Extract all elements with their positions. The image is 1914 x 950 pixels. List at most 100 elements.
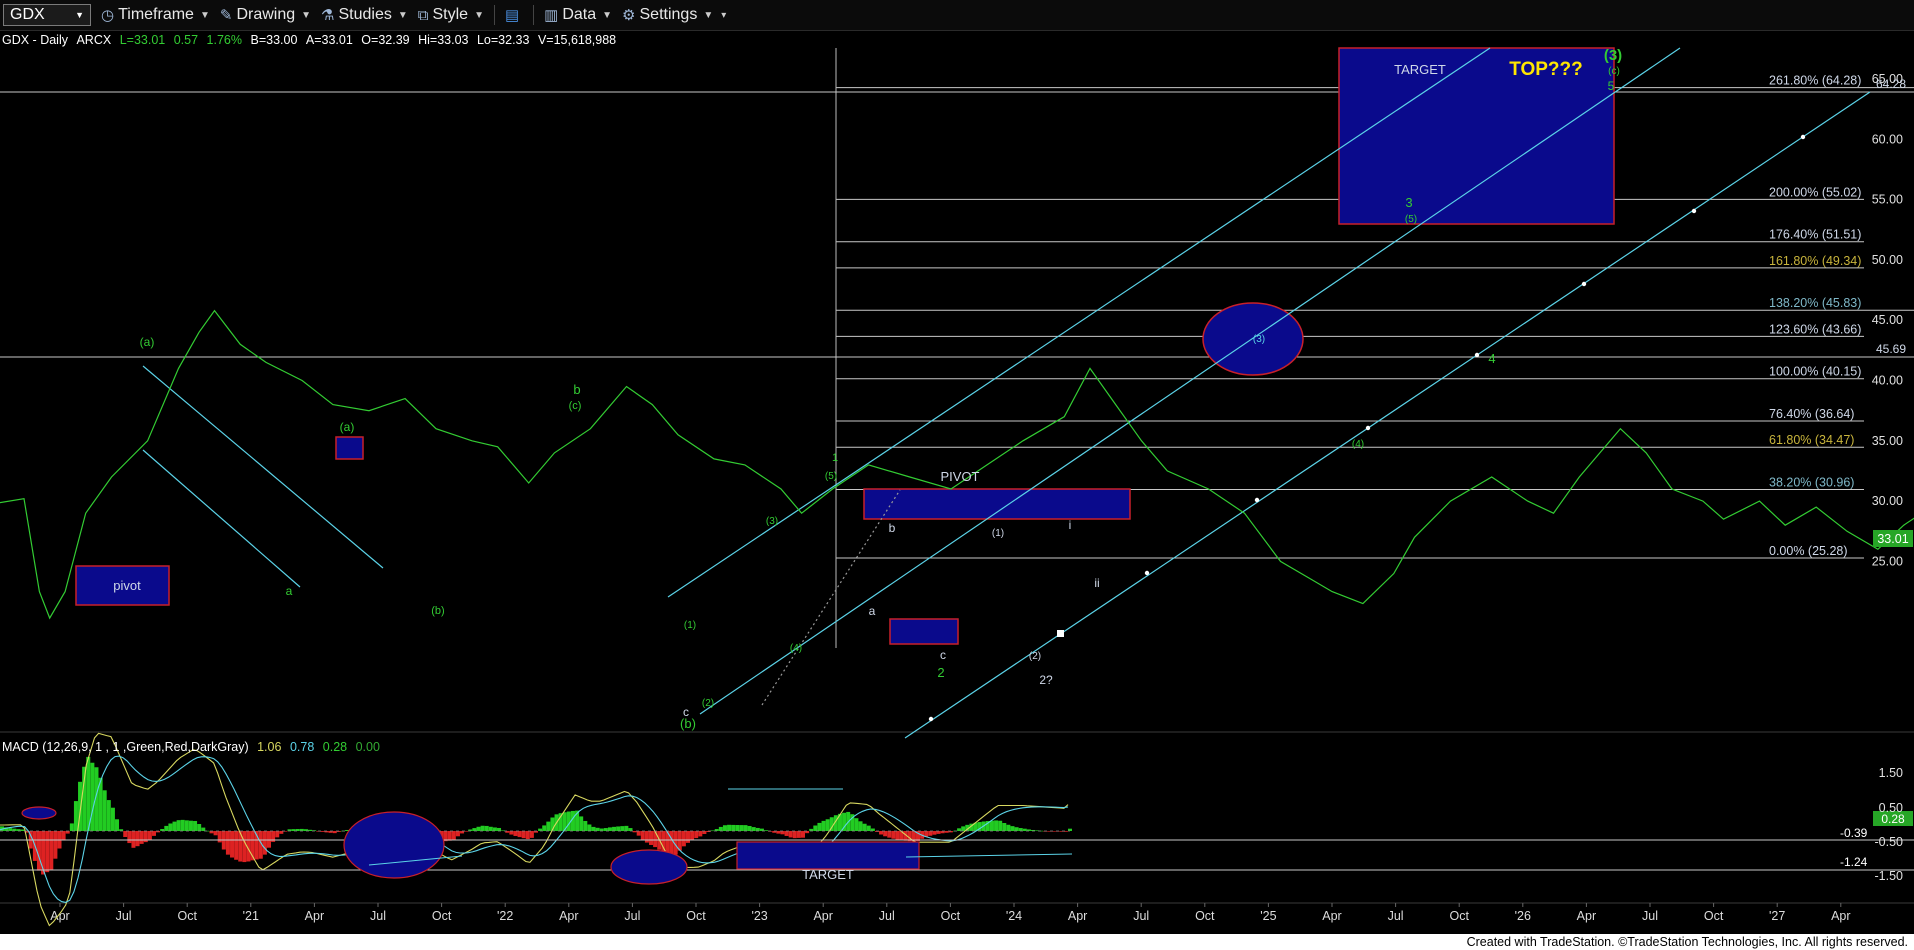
drawing-button[interactable]: ✎ Drawing ▼	[220, 6, 311, 24]
fib-label: 38.20% (30.96)	[1769, 476, 1854, 490]
fib-label: 76.40% (36.64)	[1769, 407, 1854, 421]
macd-bar	[480, 825, 485, 831]
drawing-label: Drawing	[236, 6, 296, 23]
macd-bar	[718, 826, 723, 831]
net-change: 0.57	[173, 33, 199, 47]
y-axis-labels: 25.00 30.00 35.00 40.00 45.00 50.00 55.00 60.00…	[1872, 72, 1903, 568]
gear-icon: ⚙	[622, 7, 636, 24]
wave-label: i	[1069, 518, 1072, 532]
chevron-down-icon[interactable]: ▼	[75, 10, 84, 20]
macd-bar	[891, 831, 896, 839]
chart-canvas[interactable]: 25.0030.0035.0040.0045.0050.0055.0060.00…	[0, 0, 1914, 950]
x-tick-label: Oct	[1195, 909, 1215, 923]
bid: B=33.00	[250, 33, 298, 47]
timeframe-button[interactable]: ◷ Timeframe ▼	[101, 6, 210, 24]
macd-bar	[188, 820, 193, 831]
x-tick-label: Apr	[1068, 909, 1087, 923]
wave-label: (c)	[569, 400, 582, 412]
macd-bar	[135, 831, 140, 847]
wave-label: (5)	[1405, 214, 1417, 225]
macd-value-1: 1.06	[257, 740, 282, 754]
macd-bar	[887, 831, 892, 838]
wave-label: 3	[1405, 195, 1412, 210]
macd-bar	[727, 824, 732, 831]
macd-bar	[677, 831, 682, 851]
chevron-down-icon: ▼	[474, 9, 484, 21]
symbol-selector[interactable]: GDX ▼	[3, 4, 91, 26]
macd-bar	[620, 826, 625, 831]
macd-bar	[217, 831, 222, 843]
macd-bar	[796, 831, 801, 838]
chevron-down-icon: ▼	[602, 9, 613, 21]
macd-bar	[879, 831, 884, 835]
y-tick-label: 60.00	[1872, 132, 1903, 146]
macd-bar	[110, 807, 115, 831]
macd-bar	[447, 831, 452, 841]
macd-bar	[476, 826, 481, 831]
y-tick-label: 35.00	[1872, 434, 1903, 448]
macd-bar	[957, 828, 962, 831]
chevron-down-icon: ▼	[199, 9, 210, 21]
macd-bar	[587, 824, 592, 831]
ask: A=33.01	[305, 33, 353, 47]
copyright-text: Created with TradeStation. ©TradeStation…	[1466, 935, 1908, 949]
macd-bar	[788, 831, 793, 838]
x-tick-label: Oct	[177, 909, 197, 923]
wave-c-box[interactable]	[889, 618, 959, 645]
x-tick-label: '21	[243, 909, 259, 923]
macd-bar	[1014, 827, 1019, 831]
macd-bar	[230, 831, 235, 858]
x-tick-label: Apr	[305, 909, 324, 923]
y-tick-label: 45.00	[1872, 313, 1903, 327]
macd-bar	[579, 816, 584, 831]
fib-label: 123.60% (43.66)	[1769, 322, 1861, 336]
macd-bar	[197, 824, 202, 831]
low: Lo=32.33	[476, 33, 530, 47]
wave-label: (2)	[1029, 651, 1041, 662]
wave-label: (a)	[340, 420, 355, 434]
macd-bar	[102, 790, 107, 831]
y-tick-label: 40.00	[1872, 374, 1903, 388]
data-button[interactable]: ▥ Data ▼	[544, 6, 612, 24]
volume: V=15,618,988	[537, 33, 617, 47]
macd-bar	[858, 821, 863, 831]
style-button[interactable]: ⧉ Style ▼	[418, 6, 484, 24]
macd-bar	[147, 831, 152, 841]
macd-bar	[521, 831, 526, 839]
fib-label: 0.00% (25.28)	[1769, 544, 1848, 558]
x-tick-label: Oct	[432, 909, 452, 923]
macd-bar	[698, 831, 703, 837]
macd-bar	[193, 820, 198, 831]
macd-tick-label: -0.50	[1875, 835, 1904, 849]
studies-button[interactable]: ⚗ Studies ▼	[321, 6, 408, 24]
macd-bar	[546, 821, 551, 831]
macd-bar	[607, 827, 612, 831]
pivot-box[interactable]	[863, 488, 1131, 520]
macd-bar	[262, 831, 267, 855]
chevron-down-icon: ▼	[703, 9, 714, 21]
symbol-text[interactable]: GDX	[10, 6, 45, 24]
x-tick-label: Apr	[1831, 909, 1850, 923]
style-icon: ⧉	[417, 6, 429, 24]
wave-label: (b)	[431, 605, 444, 617]
chevron-down-icon: ▼	[397, 9, 408, 21]
macd-bar	[755, 827, 760, 831]
macd-bar	[131, 831, 136, 848]
x-tick-label: '24	[1006, 909, 1022, 923]
macd-bar	[813, 825, 818, 831]
x-tick-label: Jul	[1642, 909, 1658, 923]
layout-button[interactable]: ▤	[505, 6, 523, 24]
wave-label: (4)	[790, 643, 802, 654]
fib-label: 61.80% (34.47)	[1769, 433, 1854, 447]
macd-value-4: 0.00	[355, 740, 380, 754]
macd-bar	[731, 824, 736, 831]
macd-bar	[82, 766, 87, 831]
macd-bar	[591, 826, 596, 831]
macd-bar	[275, 831, 280, 838]
macd-bar	[234, 831, 239, 860]
wave-a-box[interactable]	[335, 436, 364, 460]
macd-bar	[854, 818, 859, 831]
x-tick-label: Apr	[813, 909, 832, 923]
settings-button[interactable]: ⚙ Settings ▼ ▾	[622, 6, 726, 24]
x-tick-label: Oct	[1704, 909, 1724, 923]
